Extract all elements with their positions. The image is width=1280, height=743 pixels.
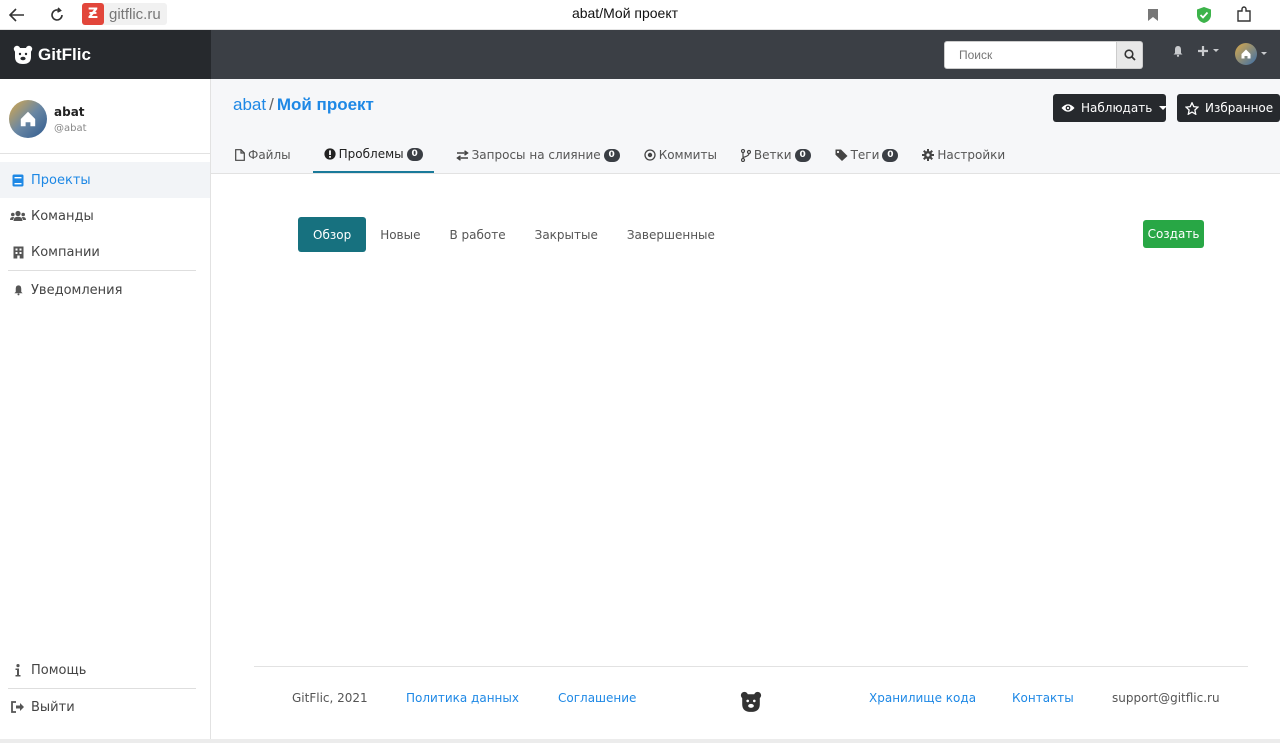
branch-icon <box>740 148 751 162</box>
tab-tags[interactable]: Теги 0 <box>833 137 901 173</box>
star-icon <box>1185 101 1199 115</box>
bookmark-icon[interactable] <box>1142 4 1164 26</box>
extensions-icon[interactable] <box>1233 4 1255 26</box>
divider <box>8 270 196 271</box>
info-icon <box>10 663 26 677</box>
subnav-closed[interactable]: Закрытые <box>535 217 598 252</box>
subnav-in-progress[interactable]: В работе <box>449 217 505 252</box>
footer-contacts-link[interactable]: Контакты <box>1012 691 1074 705</box>
search-input[interactable] <box>944 41 1117 69</box>
footer-privacy-link[interactable]: Политика данных <box>406 691 519 705</box>
tab-label: Теги <box>850 148 880 162</box>
tab-label: Настройки <box>937 148 1006 162</box>
sidebar-item-label: Команды <box>31 208 94 224</box>
footer-storage-link[interactable]: Хранилище кода <box>869 691 976 705</box>
sidebar-item-companies[interactable]: Компании <box>0 234 210 270</box>
search-button[interactable] <box>1117 41 1143 69</box>
chevron-down-icon <box>1213 49 1219 52</box>
users-icon <box>10 210 26 222</box>
subnav-overview[interactable]: Обзор <box>298 217 367 252</box>
watch-button-label: Наблюдать <box>1081 101 1153 115</box>
count-badge: 0 <box>603 148 620 162</box>
sidebar-item-label: Уведомления <box>31 282 123 298</box>
sign-out-icon <box>10 701 26 713</box>
footer-email[interactable]: support@gitflic.ru <box>1112 691 1220 705</box>
breadcrumb: abat / Мой проект <box>233 95 374 115</box>
user-handle: @abat <box>54 122 87 134</box>
window-bottom-edge <box>0 739 1280 743</box>
exclamation-circle-icon <box>324 148 336 160</box>
tab-settings[interactable]: Настройки <box>920 137 1007 173</box>
divider <box>0 153 211 154</box>
shield-icon[interactable] <box>1193 4 1215 26</box>
user-menu[interactable] <box>1235 43 1268 65</box>
page-tab-title: abat/Мой проект <box>571 5 679 21</box>
top-navbar: GitFlic <box>0 30 1280 79</box>
tab-commits[interactable]: Коммиты <box>642 137 719 173</box>
brand-logo-link[interactable]: GitFlic <box>0 30 211 79</box>
issues-subnav: Обзор Новые В работе Закрытые Завершенны… <box>298 217 744 252</box>
file-icon <box>235 149 245 161</box>
footer-divider <box>254 666 1248 667</box>
brand-name: GitFlic <box>38 44 91 64</box>
create-issue-button[interactable]: Создать <box>1143 220 1204 248</box>
tab-files[interactable]: Файлы <box>233 137 293 173</box>
sidebar-item-projects[interactable]: Проекты <box>0 162 210 198</box>
tab-label: Ветки <box>753 148 792 162</box>
eye-icon <box>1061 103 1075 113</box>
chevron-down-icon <box>1261 52 1267 55</box>
gear-icon <box>922 149 935 161</box>
breadcrumb-separator: / <box>269 95 274 114</box>
sidebar-item-label: Проекты <box>31 172 91 188</box>
footer-copyright: GitFlic, 2021 <box>292 691 368 705</box>
avatar <box>9 100 47 138</box>
sidebar-item-label: Компании <box>31 244 100 260</box>
bell-icon <box>10 284 26 296</box>
bear-logo-icon <box>740 691 762 712</box>
project-tabs: Файлы Проблемы 0 Запросы на слияние 0 Ко… <box>233 137 1027 174</box>
subnav-new[interactable]: Новые <box>380 217 420 252</box>
sidebar-item-notifications[interactable]: Уведомления <box>0 272 210 308</box>
bear-logo-icon <box>13 45 33 64</box>
sidebar: abat @abat Проекты Команды Компании Увед… <box>0 79 211 743</box>
commit-icon <box>644 149 656 161</box>
sidebar-item-label: Выйти <box>31 699 75 715</box>
user-profile-link[interactable]: abat @abat <box>9 100 87 138</box>
watch-button[interactable]: Наблюдать <box>1053 94 1168 122</box>
sidebar-item-teams[interactable]: Команды <box>0 198 210 234</box>
tab-merge-requests[interactable]: Запросы на слияние 0 <box>454 137 622 173</box>
tag-icon <box>835 149 848 161</box>
tab-issues[interactable]: Проблемы 0 <box>312 137 434 173</box>
footer-agreement-link[interactable]: Соглашение <box>558 691 636 705</box>
caret-down-icon <box>1159 106 1168 110</box>
create-new-menu[interactable] <box>1197 45 1220 57</box>
favorite-button-label: Избранное <box>1205 101 1274 115</box>
tab-branches[interactable]: Ветки 0 <box>739 137 813 173</box>
count-badge: 0 <box>882 148 899 162</box>
search-form <box>944 41 1143 69</box>
building-icon <box>10 246 26 259</box>
browser-toolbar: Ƶ gitflic.ru abat/Мой проект <box>0 0 1280 30</box>
count-badge: 0 <box>406 147 423 161</box>
user-name: abat <box>54 104 85 119</box>
book-icon <box>10 174 26 187</box>
breadcrumb-owner-link[interactable]: abat <box>233 95 266 114</box>
search-icon <box>1123 49 1136 61</box>
tab-label: Файлы <box>248 148 291 162</box>
sidebar-item-label: Помощь <box>31 662 87 678</box>
count-badge: 0 <box>794 148 811 162</box>
tab-label: Коммиты <box>658 148 717 162</box>
avatar <box>1235 43 1257 65</box>
sidebar-item-logout[interactable]: Выйти <box>0 689 210 725</box>
project-header: abat / Мой проект Наблюдать Избранное Файл… <box>211 79 1280 174</box>
exchange-icon <box>455 149 469 161</box>
notifications-bell-icon[interactable] <box>1172 45 1184 57</box>
breadcrumb-project-link[interactable]: Мой проект <box>277 95 374 114</box>
tab-label: Проблемы <box>338 147 404 161</box>
tab-label: Запросы на слияние <box>471 148 601 162</box>
favorite-button[interactable]: Избранное <box>1177 94 1280 122</box>
sidebar-item-help[interactable]: Помощь <box>0 652 210 688</box>
plus-icon <box>1198 46 1208 56</box>
subnav-completed[interactable]: Завершенные <box>627 217 715 252</box>
